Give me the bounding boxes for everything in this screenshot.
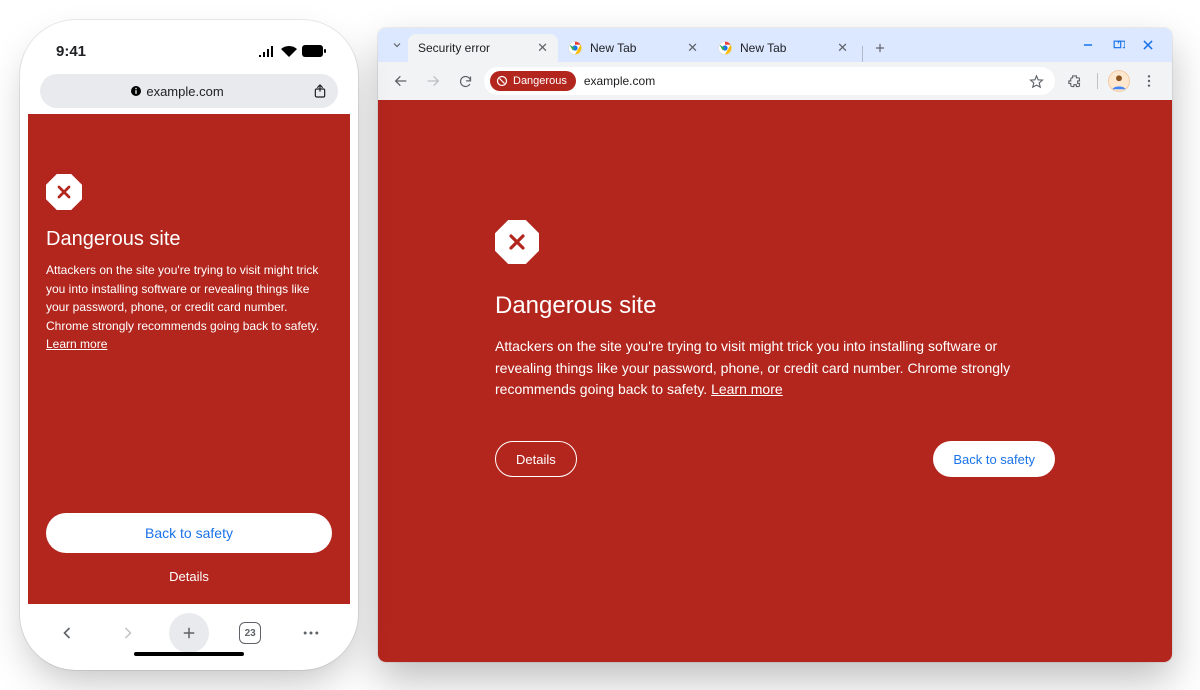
desktop-address-bar[interactable]: Dangerous example.com — [484, 67, 1055, 95]
tab-search-icon[interactable] — [386, 28, 408, 62]
mobile-url-text: example.com — [146, 84, 223, 99]
cellular-icon — [259, 46, 276, 57]
desktop-interstitial: Dangerous site Attackers on the site you… — [378, 100, 1172, 662]
tab-new-1[interactable]: New Tab ✕ — [558, 34, 708, 62]
window-controls — [1080, 28, 1164, 62]
profile-avatar[interactable] — [1108, 70, 1130, 92]
danger-octagon-icon — [495, 220, 539, 264]
share-icon[interactable] — [312, 83, 328, 99]
tab-label: New Tab — [590, 41, 679, 55]
chrome-favicon-icon — [568, 41, 582, 55]
battery-icon — [302, 45, 326, 57]
desktop-url-text: example.com — [584, 74, 655, 88]
desktop-action-row: Details Back to safety — [495, 441, 1055, 477]
mobile-interstitial: Dangerous site Attackers on the site you… — [28, 114, 350, 604]
close-icon[interactable]: ✕ — [837, 40, 848, 56]
desktop-browser-frame: Security error ✕ New Tab ✕ New Tab ✕ — [378, 28, 1172, 662]
back-to-safety-button[interactable]: Back to safety — [933, 441, 1055, 477]
browser-toolbar: Dangerous example.com — [378, 62, 1172, 100]
window-close-icon[interactable] — [1140, 37, 1156, 53]
tab-label: New Tab — [740, 41, 829, 55]
dangerous-chip[interactable]: Dangerous — [490, 71, 576, 91]
bookmark-icon[interactable] — [1023, 68, 1049, 94]
learn-more-link[interactable]: Learn more — [46, 337, 107, 351]
details-button[interactable]: Details — [495, 441, 577, 477]
chrome-favicon-icon — [718, 41, 732, 55]
back-icon[interactable] — [388, 68, 414, 94]
minimize-icon[interactable] — [1080, 37, 1096, 53]
tab-divider — [862, 46, 863, 62]
close-icon[interactable]: ✕ — [687, 40, 698, 56]
new-tab-icon[interactable] — [169, 613, 209, 653]
home-indicator — [134, 652, 244, 656]
new-tab-button[interactable] — [867, 34, 893, 62]
mobile-heading: Dangerous site — [46, 228, 332, 251]
tab-count-badge: 23 — [239, 622, 261, 644]
status-time: 9:41 — [56, 43, 86, 60]
overflow-menu-icon[interactable] — [291, 613, 331, 653]
desktop-body-text: Attackers on the site you're trying to v… — [495, 336, 1055, 401]
mobile-device-frame: 9:41 example.com Dangerous site Attacker… — [28, 28, 350, 662]
mobile-action-row: Back to safety Details — [46, 513, 332, 586]
back-to-safety-button[interactable]: Back to safety — [46, 513, 332, 553]
tab-label: Security error — [418, 41, 529, 55]
extensions-icon[interactable] — [1061, 68, 1087, 94]
tab-strip: Security error ✕ New Tab ✕ New Tab ✕ — [378, 28, 1172, 62]
blocked-icon — [496, 75, 508, 87]
forward-icon[interactable] — [108, 613, 148, 653]
close-icon[interactable]: ✕ — [537, 40, 548, 56]
learn-more-link[interactable]: Learn more — [711, 381, 783, 397]
back-icon[interactable] — [47, 613, 87, 653]
info-icon — [130, 85, 142, 97]
maximize-icon[interactable] — [1110, 37, 1126, 53]
mobile-status-bar: 9:41 — [28, 28, 350, 74]
mobile-url: example.com — [50, 84, 304, 99]
mobile-body-copy: Attackers on the site you're trying to v… — [46, 263, 319, 333]
tab-new-2[interactable]: New Tab ✕ — [708, 34, 858, 62]
details-button[interactable]: Details — [46, 567, 332, 586]
chip-label: Dangerous — [513, 75, 567, 87]
tab-switcher-icon[interactable]: 23 — [230, 613, 270, 653]
mobile-body-text: Attackers on the site you're trying to v… — [46, 261, 332, 354]
danger-octagon-icon — [46, 174, 82, 210]
desktop-heading: Dangerous site — [495, 292, 1055, 320]
tab-security-error[interactable]: Security error ✕ — [408, 34, 558, 62]
wifi-icon — [281, 46, 297, 57]
toolbar-divider — [1097, 73, 1098, 89]
reload-icon[interactable] — [452, 68, 478, 94]
forward-icon[interactable] — [420, 68, 446, 94]
mobile-address-bar[interactable]: example.com — [40, 74, 338, 108]
status-icons — [259, 45, 326, 57]
overflow-menu-icon[interactable] — [1136, 68, 1162, 94]
